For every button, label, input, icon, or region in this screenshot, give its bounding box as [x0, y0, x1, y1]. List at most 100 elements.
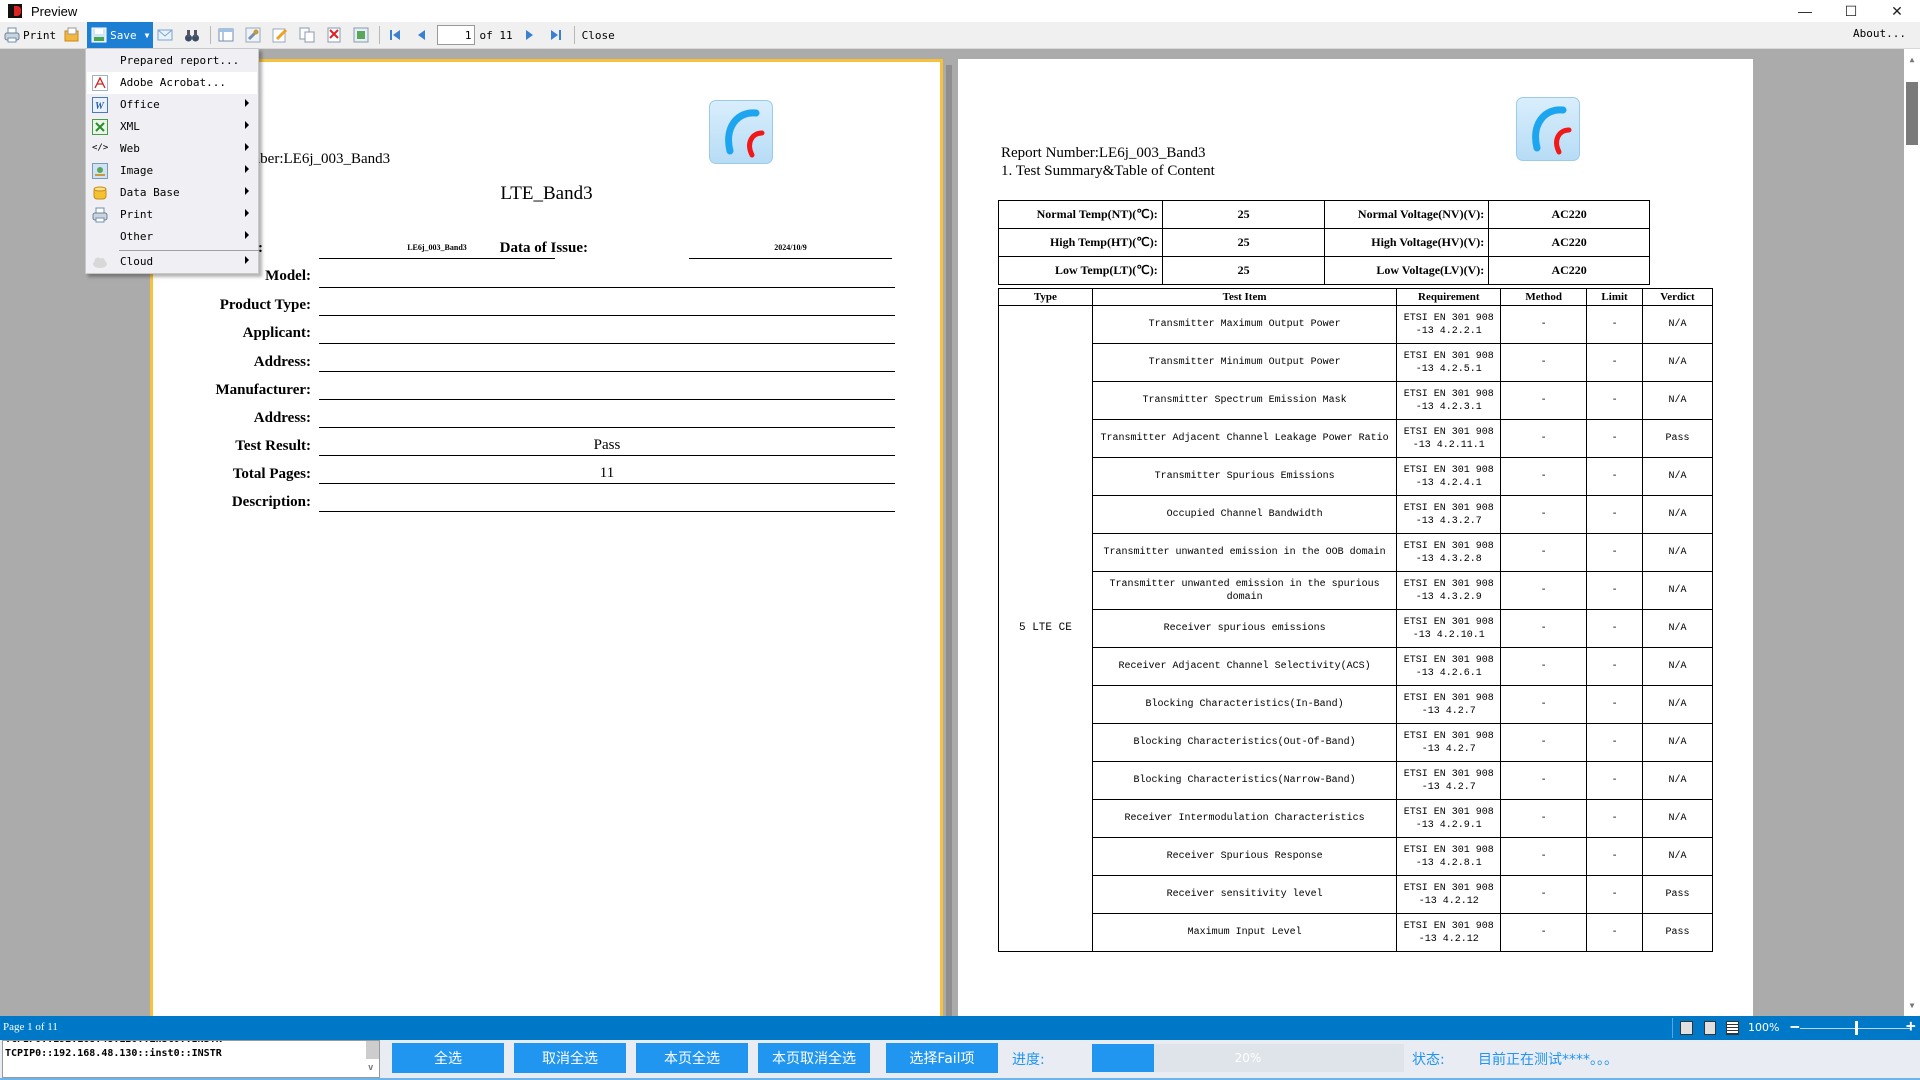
table-row: Transmitter Spurious Emissions ETSI EN 30… [999, 457, 1713, 496]
vertical-scrollbar[interactable]: ▲ ▼ [1904, 49, 1920, 1016]
preview-area[interactable]: umber:LE6j_003_Band3 LTE_Band3 umber: LE… [0, 49, 1904, 1016]
app-logo-icon [8, 4, 22, 18]
select-fail-button[interactable]: 选择Fail项 [886, 1043, 998, 1073]
menu-item-database[interactable]: Data Base [87, 182, 257, 204]
menu-item-web[interactable]: </> Web [87, 138, 257, 160]
menu-item-print[interactable]: Print [87, 204, 257, 226]
field-label-applicant: Applicant: [242, 325, 311, 341]
database-icon [92, 185, 108, 201]
limit-cell: - [1586, 343, 1644, 382]
requirement-line: -13 4.2.8.1 [1415, 857, 1482, 869]
scrollbar-thumb[interactable] [1906, 82, 1918, 145]
watermark-button[interactable] [349, 24, 376, 46]
test-item-cell: Receiver Spurious Response [1091, 837, 1398, 876]
deselect-all-button[interactable]: 取消全选 [514, 1043, 626, 1073]
next-page-button[interactable] [517, 24, 544, 46]
scroll-down-icon[interactable]: ▼ [1907, 1001, 1917, 1010]
print-label: Print [23, 28, 57, 42]
method-cell: - [1500, 685, 1588, 724]
condition-label: Low Voltage(LV)(V): [1324, 256, 1490, 285]
zoom-in-button[interactable]: + [1906, 1016, 1916, 1035]
edit-button[interactable] [268, 24, 295, 46]
column-header: Requirement [1396, 288, 1502, 306]
method-cell: - [1500, 761, 1588, 800]
list-scrollbar-thumb[interactable] [366, 1041, 379, 1059]
minimize-button[interactable]: — [1782, 0, 1828, 22]
menu-item-office[interactable]: W Office [87, 94, 257, 116]
zoom-multi-page-icon[interactable] [1726, 1021, 1739, 1035]
delete-page-button[interactable] [322, 24, 349, 46]
test-item-cell: Transmitter unwanted emission in the spu… [1091, 571, 1398, 610]
copy-page-button[interactable] [295, 24, 322, 46]
menu-item-label: Adobe Acrobat... [120, 76, 226, 89]
menu-item-other[interactable]: Other [87, 226, 257, 248]
outline-button[interactable] [214, 24, 241, 46]
method-cell: - [1500, 495, 1588, 534]
select-all-button[interactable]: 全选 [392, 1043, 504, 1073]
instrument-item[interactable]: TCPIP0::192.168.48.130::inst0::INSTR [5, 1048, 222, 1059]
test-item-cell: Blocking Characteristics(In-Band) [1091, 685, 1398, 724]
requirement-line: -13 4.2.11.1 [1412, 439, 1485, 451]
requirement-cell: ETSI EN 301 908 -13 4.2.6.1 [1396, 647, 1502, 686]
submenu-arrow-icon [245, 256, 249, 264]
save-button[interactable]: Save ▼ [87, 22, 154, 48]
verdict-cell: N/A [1642, 609, 1713, 648]
status-label: 状态: [1412, 1052, 1445, 1068]
close-window-button[interactable]: ✕ [1874, 0, 1920, 22]
menu-item-label: Image [120, 164, 154, 177]
print-button[interactable]: Print [0, 24, 60, 46]
zoom-page-width-icon[interactable] [1680, 1021, 1693, 1035]
zoom-whole-page-icon[interactable] [1704, 1021, 1716, 1035]
condition-value: AC220 [1488, 200, 1650, 229]
instrument-item[interactable]: TCPIP0::192.168.48.120::inst0::INSTR [5, 1041, 222, 1045]
report-page-1[interactable]: umber:LE6j_003_Band3 LTE_Band3 umber: LE… [150, 59, 943, 1016]
instrument-list[interactable]: TCPIP0::192.168.48.120::inst0::INSTR TCP… [2, 1040, 380, 1078]
toolbar: Print Save ▼ of 11 Close About... [0, 22, 1920, 49]
verdict-cell: N/A [1642, 533, 1713, 572]
page-deselect-all-button[interactable]: 本页取消全选 [758, 1043, 870, 1073]
method-cell: - [1500, 913, 1588, 952]
page-number-input[interactable] [437, 25, 476, 45]
scroll-up-icon[interactable]: ▲ [1907, 55, 1917, 64]
list-scroll-down-icon[interactable]: v [368, 1063, 373, 1073]
limit-cell: - [1586, 457, 1644, 496]
menu-item-prepared-report[interactable]: Prepared report... [87, 50, 257, 72]
menu-item-label: Prepared report... [120, 54, 240, 67]
menu-item-adobe-acrobat[interactable]: Adobe Acrobat... [87, 72, 257, 94]
first-page-button[interactable] [383, 24, 410, 46]
field-value-manufacturer [319, 380, 895, 400]
requirement-line: -13 4.2.7 [1421, 705, 1476, 717]
method-cell: - [1500, 419, 1588, 458]
menu-item-xml[interactable]: XML [87, 116, 257, 138]
requirement-line: -13 4.2.10.1 [1412, 629, 1485, 641]
condition-value: AC220 [1488, 256, 1650, 285]
next-page-icon [521, 27, 537, 43]
last-page-button[interactable] [544, 24, 571, 46]
close-preview-button[interactable]: Close [578, 24, 619, 46]
page-settings-button[interactable] [241, 24, 268, 46]
find-button[interactable] [180, 24, 207, 46]
menu-item-cloud[interactable]: Cloud [87, 251, 257, 273]
open-button[interactable] [60, 24, 87, 46]
requirement-line: ETSI EN 301 908 [1403, 312, 1494, 324]
zoom-slider-thumb[interactable] [1855, 1021, 1858, 1035]
toolbar-separator [379, 26, 381, 44]
menu-item-image[interactable]: Image [87, 160, 257, 182]
prev-page-icon [414, 27, 430, 43]
method-cell: - [1500, 875, 1588, 914]
table-row: Blocking Characteristics(In-Band) ETSI EN… [999, 685, 1713, 724]
zoom-out-button[interactable]: − [1790, 1017, 1800, 1036]
about-button[interactable]: About... [1853, 27, 1906, 40]
report-page-2[interactable]: Report Number:LE6j_003_Band3 1. Test Sum… [958, 59, 1753, 1016]
excel-icon [92, 119, 108, 135]
field-label-product-type: Product Type: [219, 297, 311, 313]
prev-page-button[interactable] [410, 24, 437, 46]
email-button[interactable] [153, 24, 180, 46]
menu-item-label: XML [120, 120, 140, 133]
save-dropdown-menu: Prepared report... Adobe Acrobat... W Of… [85, 48, 259, 274]
test-item-cell: Maximum Input Level [1091, 913, 1398, 952]
maximize-button[interactable]: ☐ [1828, 0, 1874, 22]
page-select-all-button[interactable]: 本页全选 [636, 1043, 748, 1073]
test-item-cell: Transmitter Maximum Output Power [1091, 305, 1398, 344]
dropdown-arrow-icon[interactable]: ▼ [145, 31, 150, 40]
